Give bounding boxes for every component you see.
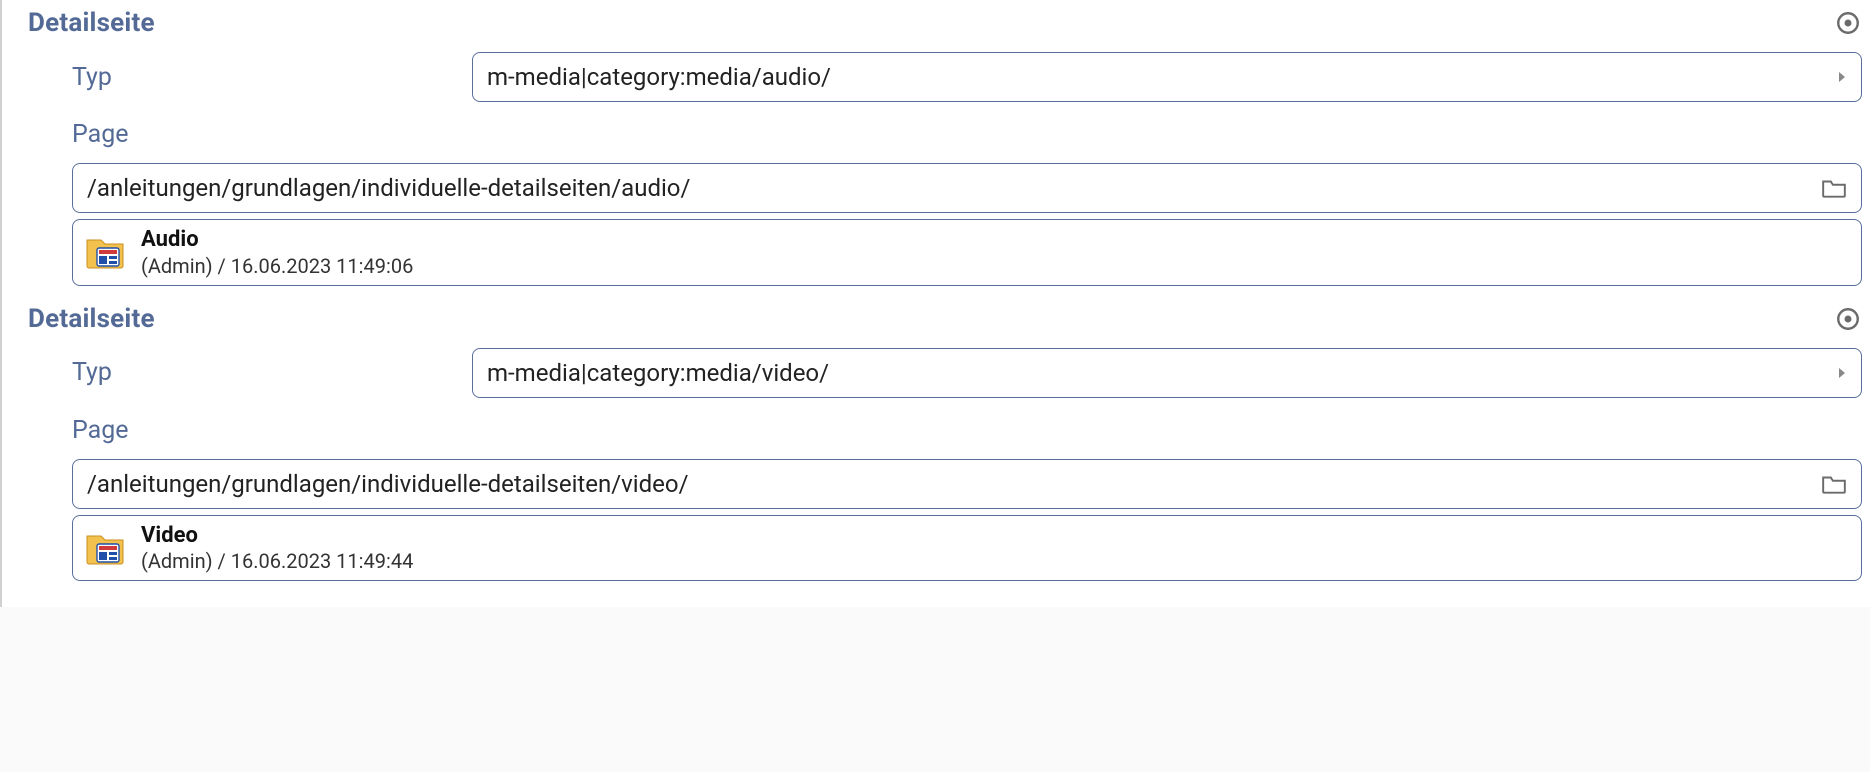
detail-page-form: Detailseite Typ m-media|category:media/a… [0, 0, 1870, 607]
typ-value: m-media|category:media/audio/ [487, 63, 831, 91]
typ-value: m-media|category:media/video/ [487, 359, 829, 387]
page-path-value: /anleitungen/grundlagen/individuelle-det… [87, 470, 688, 498]
page-block: Page /anleitungen/grundlagen/individuell… [28, 416, 1862, 582]
typ-label: Typ [72, 358, 472, 387]
typ-select[interactable]: m-media|category:media/audio/ [472, 52, 1862, 102]
section-header: Detailseite [28, 304, 1862, 334]
chevron-right-icon [1837, 368, 1847, 378]
page-resource[interactable]: Audio (Admin) / 16.06.2023 11:49:06 [72, 219, 1862, 286]
page-resource-title: Audio [141, 226, 413, 254]
page-resource-meta: (Admin) / 16.06.2023 11:49:06 [141, 254, 413, 279]
page-resource-title: Video [141, 522, 413, 550]
chevron-right-icon [1837, 72, 1847, 82]
page-resource-icon [85, 530, 125, 566]
page-path-value: /anleitungen/grundlagen/individuelle-det… [87, 174, 690, 202]
page-label: Page [72, 416, 1862, 445]
detail-section: Detailseite Typ m-media|category:media/v… [28, 304, 1862, 582]
page-resource-icon [85, 234, 125, 270]
detail-section: Detailseite Typ m-media|category:media/a… [28, 8, 1862, 286]
page-resource-texts: Audio (Admin) / 16.06.2023 11:49:06 [141, 226, 413, 279]
target-icon[interactable] [1834, 305, 1862, 333]
page-resource-meta: (Admin) / 16.06.2023 11:49:44 [141, 549, 413, 574]
page-path-input[interactable]: /anleitungen/grundlagen/individuelle-det… [72, 163, 1862, 213]
section-title: Detailseite [28, 8, 155, 38]
folder-icon[interactable] [1821, 473, 1847, 495]
typ-select[interactable]: m-media|category:media/video/ [472, 348, 1862, 398]
page-resource-texts: Video (Admin) / 16.06.2023 11:49:44 [141, 522, 413, 575]
folder-icon[interactable] [1821, 177, 1847, 199]
typ-label: Typ [72, 63, 472, 92]
section-header: Detailseite [28, 8, 1862, 38]
typ-row: Typ m-media|category:media/video/ [28, 348, 1862, 398]
page-block: Page /anleitungen/grundlagen/individuell… [28, 120, 1862, 286]
page-label: Page [72, 120, 1862, 149]
section-title: Detailseite [28, 304, 155, 334]
page-path-input[interactable]: /anleitungen/grundlagen/individuelle-det… [72, 459, 1862, 509]
typ-row: Typ m-media|category:media/audio/ [28, 52, 1862, 102]
target-icon[interactable] [1834, 9, 1862, 37]
page-resource[interactable]: Video (Admin) / 16.06.2023 11:49:44 [72, 515, 1862, 582]
